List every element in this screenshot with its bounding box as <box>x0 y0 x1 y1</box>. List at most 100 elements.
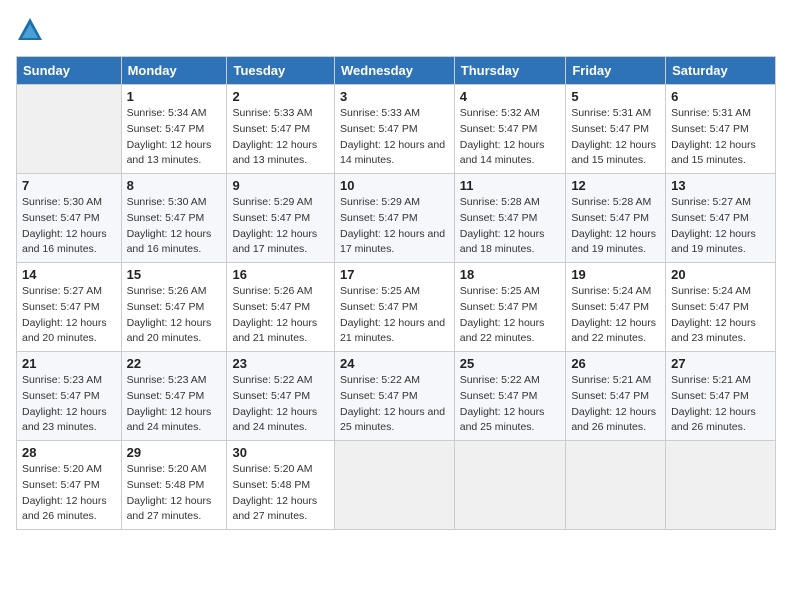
day-number: 24 <box>340 356 449 371</box>
day-info: Sunrise: 5:26 AMSunset: 5:47 PMDaylight:… <box>232 284 329 347</box>
day-cell: 27 Sunrise: 5:21 AMSunset: 5:47 PMDayligh… <box>666 352 776 441</box>
page-header <box>16 16 776 44</box>
day-info: Sunrise: 5:30 AMSunset: 5:47 PMDaylight:… <box>22 195 116 258</box>
day-cell: 3 Sunrise: 5:33 AMSunset: 5:47 PMDaylight… <box>334 85 454 174</box>
day-info: Sunrise: 5:28 AMSunset: 5:47 PMDaylight:… <box>460 195 561 258</box>
column-header-wednesday: Wednesday <box>334 57 454 85</box>
day-number: 22 <box>127 356 222 371</box>
day-info: Sunrise: 5:22 AMSunset: 5:47 PMDaylight:… <box>232 373 329 436</box>
day-cell <box>566 441 666 530</box>
day-number: 5 <box>571 89 660 104</box>
day-cell: 8Sunrise: 5:30 AMSunset: 5:47 PMDaylight… <box>121 174 227 263</box>
day-number: 14 <box>22 267 116 282</box>
day-cell: 20 Sunrise: 5:24 AMSunset: 5:47 PMDayligh… <box>666 263 776 352</box>
week-row-5: 28 Sunrise: 5:20 AMSunset: 5:47 PMDayligh… <box>17 441 776 530</box>
day-number: 11 <box>460 178 561 193</box>
day-cell: 23 Sunrise: 5:22 AMSunset: 5:47 PMDayligh… <box>227 352 335 441</box>
day-cell: 29Sunrise: 5:20 AMSunset: 5:48 PMDayligh… <box>121 441 227 530</box>
day-cell: 18 Sunrise: 5:25 AMSunset: 5:47 PMDayligh… <box>454 263 566 352</box>
day-cell: 1 Sunrise: 5:34 AMSunset: 5:47 PMDaylight… <box>121 85 227 174</box>
day-cell: 22 Sunrise: 5:23 AMSunset: 5:47 PMDayligh… <box>121 352 227 441</box>
day-info: Sunrise: 5:33 AMSunset: 5:47 PMDaylight:… <box>340 106 449 169</box>
day-number: 6 <box>671 89 770 104</box>
calendar-header: SundayMondayTuesdayWednesdayThursdayFrid… <box>17 57 776 85</box>
week-row-1: 1 Sunrise: 5:34 AMSunset: 5:47 PMDaylight… <box>17 85 776 174</box>
day-number: 7 <box>22 178 116 193</box>
day-number: 15 <box>127 267 222 282</box>
day-cell <box>454 441 566 530</box>
day-number: 3 <box>340 89 449 104</box>
day-cell: 15Sunrise: 5:26 AMSunset: 5:47 PMDayligh… <box>121 263 227 352</box>
day-info: Sunrise: 5:21 AMSunset: 5:47 PMDaylight:… <box>571 373 660 436</box>
day-number: 8 <box>127 178 222 193</box>
column-header-sunday: Sunday <box>17 57 122 85</box>
logo <box>16 16 46 44</box>
day-number: 4 <box>460 89 561 104</box>
day-cell: 13 Sunrise: 5:27 AMSunset: 5:47 PMDayligh… <box>666 174 776 263</box>
day-number: 21 <box>22 356 116 371</box>
day-number: 26 <box>571 356 660 371</box>
day-info: Sunrise: 5:22 AMSunset: 5:47 PMDaylight:… <box>340 373 449 436</box>
day-cell: 6 Sunrise: 5:31 AMSunset: 5:47 PMDaylight… <box>666 85 776 174</box>
day-info: Sunrise: 5:27 AMSunset: 5:47 PMDaylight:… <box>671 195 770 258</box>
day-number: 23 <box>232 356 329 371</box>
day-info: Sunrise: 5:31 AMSunset: 5:47 PMDaylight:… <box>671 106 770 169</box>
day-cell: 24 Sunrise: 5:22 AMSunset: 5:47 PMDayligh… <box>334 352 454 441</box>
day-cell: 4Sunrise: 5:32 AMSunset: 5:47 PMDaylight… <box>454 85 566 174</box>
day-info: Sunrise: 5:24 AMSunset: 5:47 PMDaylight:… <box>671 284 770 347</box>
day-info: Sunrise: 5:29 AMSunset: 5:47 PMDaylight:… <box>340 195 449 258</box>
day-info: Sunrise: 5:24 AMSunset: 5:47 PMDaylight:… <box>571 284 660 347</box>
day-info: Sunrise: 5:23 AMSunset: 5:47 PMDaylight:… <box>22 373 116 436</box>
day-info: Sunrise: 5:28 AMSunset: 5:47 PMDaylight:… <box>571 195 660 258</box>
day-number: 10 <box>340 178 449 193</box>
day-number: 17 <box>340 267 449 282</box>
day-cell: 25 Sunrise: 5:22 AMSunset: 5:47 PMDayligh… <box>454 352 566 441</box>
day-cell: 10 Sunrise: 5:29 AMSunset: 5:47 PMDayligh… <box>334 174 454 263</box>
day-number: 19 <box>571 267 660 282</box>
column-header-friday: Friday <box>566 57 666 85</box>
week-row-3: 14 Sunrise: 5:27 AMSunset: 5:47 PMDayligh… <box>17 263 776 352</box>
calendar-table: SundayMondayTuesdayWednesdayThursdayFrid… <box>16 56 776 530</box>
day-number: 16 <box>232 267 329 282</box>
day-number: 18 <box>460 267 561 282</box>
column-header-saturday: Saturday <box>666 57 776 85</box>
day-info: Sunrise: 5:34 AMSunset: 5:47 PMDaylight:… <box>127 106 222 169</box>
day-cell: 26 Sunrise: 5:21 AMSunset: 5:47 PMDayligh… <box>566 352 666 441</box>
day-number: 13 <box>671 178 770 193</box>
day-info: Sunrise: 5:20 AMSunset: 5:47 PMDaylight:… <box>22 462 116 525</box>
day-cell: 28 Sunrise: 5:20 AMSunset: 5:47 PMDayligh… <box>17 441 122 530</box>
day-number: 9 <box>232 178 329 193</box>
day-cell: 2Sunrise: 5:33 AMSunset: 5:47 PMDaylight… <box>227 85 335 174</box>
week-row-2: 7 Sunrise: 5:30 AMSunset: 5:47 PMDaylight… <box>17 174 776 263</box>
day-info: Sunrise: 5:20 AMSunset: 5:48 PMDaylight:… <box>127 462 222 525</box>
day-info: Sunrise: 5:25 AMSunset: 5:47 PMDaylight:… <box>340 284 449 347</box>
day-info: Sunrise: 5:23 AMSunset: 5:47 PMDaylight:… <box>127 373 222 436</box>
day-info: Sunrise: 5:31 AMSunset: 5:47 PMDaylight:… <box>571 106 660 169</box>
day-cell: 12Sunrise: 5:28 AMSunset: 5:47 PMDayligh… <box>566 174 666 263</box>
day-cell: 19 Sunrise: 5:24 AMSunset: 5:47 PMDayligh… <box>566 263 666 352</box>
day-cell: 5 Sunrise: 5:31 AMSunset: 5:47 PMDaylight… <box>566 85 666 174</box>
day-number: 1 <box>127 89 222 104</box>
day-number: 20 <box>671 267 770 282</box>
day-cell <box>334 441 454 530</box>
day-cell: 30Sunrise: 5:20 AMSunset: 5:48 PMDayligh… <box>227 441 335 530</box>
day-cell: 14 Sunrise: 5:27 AMSunset: 5:47 PMDayligh… <box>17 263 122 352</box>
column-header-thursday: Thursday <box>454 57 566 85</box>
day-info: Sunrise: 5:21 AMSunset: 5:47 PMDaylight:… <box>671 373 770 436</box>
column-header-tuesday: Tuesday <box>227 57 335 85</box>
day-info: Sunrise: 5:33 AMSunset: 5:47 PMDaylight:… <box>232 106 329 169</box>
day-info: Sunrise: 5:27 AMSunset: 5:47 PMDaylight:… <box>22 284 116 347</box>
day-number: 28 <box>22 445 116 460</box>
day-info: Sunrise: 5:22 AMSunset: 5:47 PMDaylight:… <box>460 373 561 436</box>
day-number: 30 <box>232 445 329 460</box>
calendar-body: 1 Sunrise: 5:34 AMSunset: 5:47 PMDaylight… <box>17 85 776 530</box>
column-header-monday: Monday <box>121 57 227 85</box>
day-info: Sunrise: 5:25 AMSunset: 5:47 PMDaylight:… <box>460 284 561 347</box>
day-info: Sunrise: 5:29 AMSunset: 5:47 PMDaylight:… <box>232 195 329 258</box>
day-number: 25 <box>460 356 561 371</box>
logo-icon <box>16 16 44 44</box>
week-row-4: 21 Sunrise: 5:23 AMSunset: 5:47 PMDayligh… <box>17 352 776 441</box>
day-cell: 7 Sunrise: 5:30 AMSunset: 5:47 PMDaylight… <box>17 174 122 263</box>
day-cell: 9 Sunrise: 5:29 AMSunset: 5:47 PMDaylight… <box>227 174 335 263</box>
day-number: 27 <box>671 356 770 371</box>
